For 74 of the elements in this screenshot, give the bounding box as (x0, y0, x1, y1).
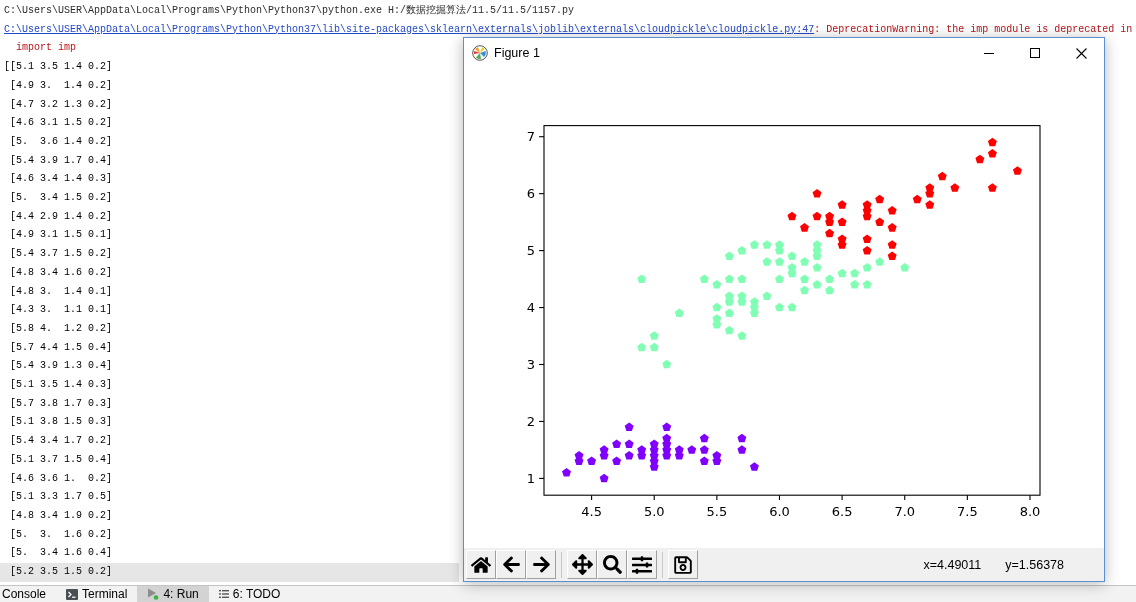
console-line: [4.4 2.9 1.4 0.2] (9, 209, 113, 224)
axis-tick-label: 4.5 (581, 503, 602, 519)
window-title: Figure 1 (494, 46, 540, 60)
warning-message: : DeprecationWarning: the imp module is deprecated in (814, 22, 1133, 37)
console-line: [5. 3. 1.6 0.2] (9, 527, 113, 542)
axis-tick-label: 2 (526, 414, 535, 430)
console-line: [5.4 3.4 1.7 0.2] (9, 434, 113, 449)
console-line: [5.7 3.8 1.7 0.3] (9, 396, 113, 411)
configure-button[interactable] (627, 550, 657, 579)
move-arrows-icon (571, 554, 593, 575)
list-icon (218, 589, 229, 599)
console-line: [4.7 3.2 1.3 0.2] (9, 97, 113, 112)
warning-code-line: import imp (15, 41, 76, 56)
console-line: [4.6 3.1 1.5 0.2] (9, 116, 113, 131)
tool-window-tab[interactable]: Console (0, 586, 57, 602)
console-line: [4.8 3. 1.4 0.1] (9, 284, 113, 299)
axis-tick-label: 6 (526, 186, 535, 202)
axis-tick-label: 3 (526, 357, 535, 373)
arrow-right-icon (531, 555, 551, 574)
console-line: [4.9 3. 1.4 0.2] (9, 78, 113, 93)
axis-tick-label: 8.0 (1019, 503, 1041, 519)
console-line: [5.1 3.3 1.7 0.5] (9, 490, 113, 505)
axis-tick-label: 5.5 (706, 503, 728, 519)
cursor-coordinate: y=1.56378 (1005, 557, 1064, 572)
close-icon (1075, 47, 1087, 59)
home-button[interactable] (466, 550, 496, 579)
console-line: [5. 3.4 1.5 0.2] (9, 191, 113, 206)
arrow-left-icon (501, 555, 521, 574)
forward-button[interactable] (526, 550, 556, 579)
console-line: [4.6 3.6 1. 0.2] (9, 471, 113, 486)
pan-button[interactable] (567, 550, 597, 579)
console-line: [5.8 4. 1.2 0.2] (9, 321, 113, 336)
tool-window-tab[interactable]: 4: Run (137, 586, 209, 602)
console-line: [5.4 3.9 1.3 0.4] (9, 359, 113, 374)
console-line: [5. 3.4 1.6 0.4] (9, 546, 113, 561)
save-icon (673, 554, 693, 575)
console-line: [4.9 3.1 1.5 0.1] (9, 228, 113, 243)
console-line: [4.8 3.4 1.9 0.2] (9, 509, 113, 523)
tool-window-tab[interactable]: 6: TODO (208, 586, 291, 602)
console-line: [[5.1 3.5 1.4 0.2] (3, 60, 113, 75)
console-line: [5.7 4.4 1.5 0.4] (9, 340, 113, 355)
axis-tick-label: 5.0 (643, 503, 665, 519)
back-button[interactable] (496, 550, 526, 579)
console-line: [5. 3.6 1.4 0.2] (9, 134, 113, 149)
cursor-coordinate: x=4.49011 (923, 557, 982, 572)
maximize-icon (1030, 48, 1040, 58)
app-icon (472, 45, 488, 61)
axis-tick-label: 7.5 (957, 503, 978, 519)
axis-tick-label: 7 (526, 129, 535, 145)
console-line: [5.1 3.5 1.4 0.3] (9, 378, 113, 393)
search-icon (602, 555, 622, 574)
console-line: [5.1 3.8 1.5 0.3] (9, 415, 113, 430)
zoom-button[interactable] (597, 550, 627, 579)
console-line: [5.4 3.9 1.7 0.4] (9, 153, 113, 168)
axis-tick-label: 4 (526, 300, 535, 316)
source-file-link[interactable]: C:\Users\USER\AppData\Local\Programs\Python\Python37\lib\site-packages\sklearn\externals\joblib\externals\cloudpickle\cloudpickle.py:47 (4, 20, 815, 40)
save-button[interactable] (668, 550, 698, 579)
console-line: [5.1 3.7 1.5 0.4] (9, 452, 113, 467)
home-icon (471, 554, 491, 575)
axis-tick-label: 6.0 (769, 503, 790, 519)
console-command: C:\Users\USER\AppData\Local\Programs\Python\Python37\python.exe H:/数据挖掘算法/11.5/11.5/1157.py (4, 4, 575, 18)
terminal-icon (66, 588, 79, 600)
minimize-icon (984, 52, 994, 54)
axis-tick-label: 1 (526, 471, 535, 487)
axis-tick-label: 6.5 (831, 503, 853, 519)
console-line: [4.3 3. 1.1 0.1] (9, 303, 113, 318)
axis-tick-label: 7.0 (894, 503, 916, 519)
console-line: [4.8 3.4 1.6 0.2] (9, 265, 113, 280)
tool-window-tab[interactable]: Terminal (56, 586, 138, 602)
console-line: [4.6 3.4 1.4 0.3] (9, 172, 113, 187)
run-icon (147, 588, 160, 600)
axis-tick-label: 5 (526, 243, 535, 259)
sliders-icon (632, 554, 652, 575)
console-line: [5.4 3.7 1.5 0.2] (9, 247, 113, 262)
